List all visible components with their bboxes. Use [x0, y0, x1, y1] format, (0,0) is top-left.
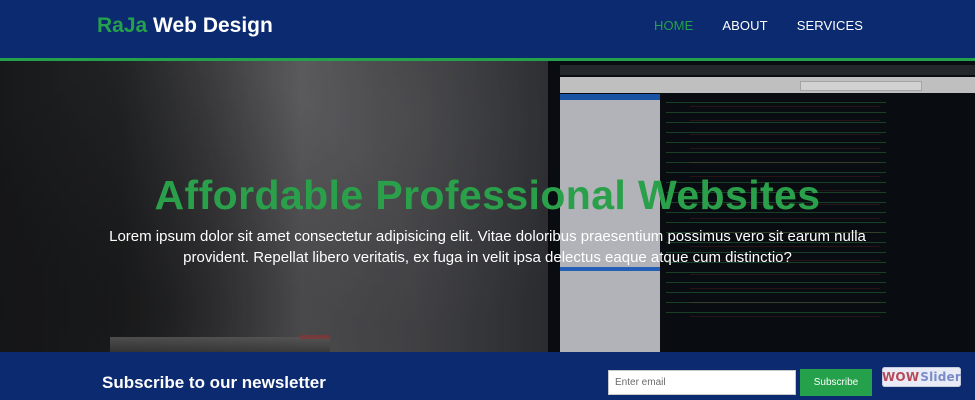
subscribe-button[interactable]: Subscribe [800, 369, 872, 396]
wowslider-badge-part1: WOW [882, 370, 920, 384]
top-navigation-bar: RaJa Web Design HOME ABOUT SERVICES [0, 0, 975, 61]
newsletter-email-input[interactable] [608, 370, 796, 395]
wowslider-badge[interactable]: WOW Slider [882, 367, 961, 387]
brand-accent-text: RaJa [97, 14, 148, 37]
newsletter-form: Subscribe [608, 369, 872, 396]
nav-link-services[interactable]: SERVICES [797, 18, 863, 33]
hero-title: Affordable Professional Websites [154, 172, 821, 219]
hero-paragraph: Lorem ipsum dolor sit amet consectetur a… [109, 228, 866, 266]
main-nav: HOME ABOUT SERVICES [654, 18, 863, 33]
nav-link-home[interactable]: HOME [654, 18, 693, 33]
wowslider-badge-part2: Slider [920, 370, 961, 384]
nav-link-about[interactable]: ABOUT [722, 18, 767, 33]
site-logo[interactable]: RaJa Web Design [97, 14, 273, 38]
newsletter-bar: Subscribe to our newsletter Subscribe WO… [0, 352, 975, 400]
hero-banner: Affordable Professional Websites Lorem i… [0, 61, 975, 352]
newsletter-title: Subscribe to our newsletter [102, 373, 326, 392]
brand-rest-text: Web Design [147, 14, 273, 37]
